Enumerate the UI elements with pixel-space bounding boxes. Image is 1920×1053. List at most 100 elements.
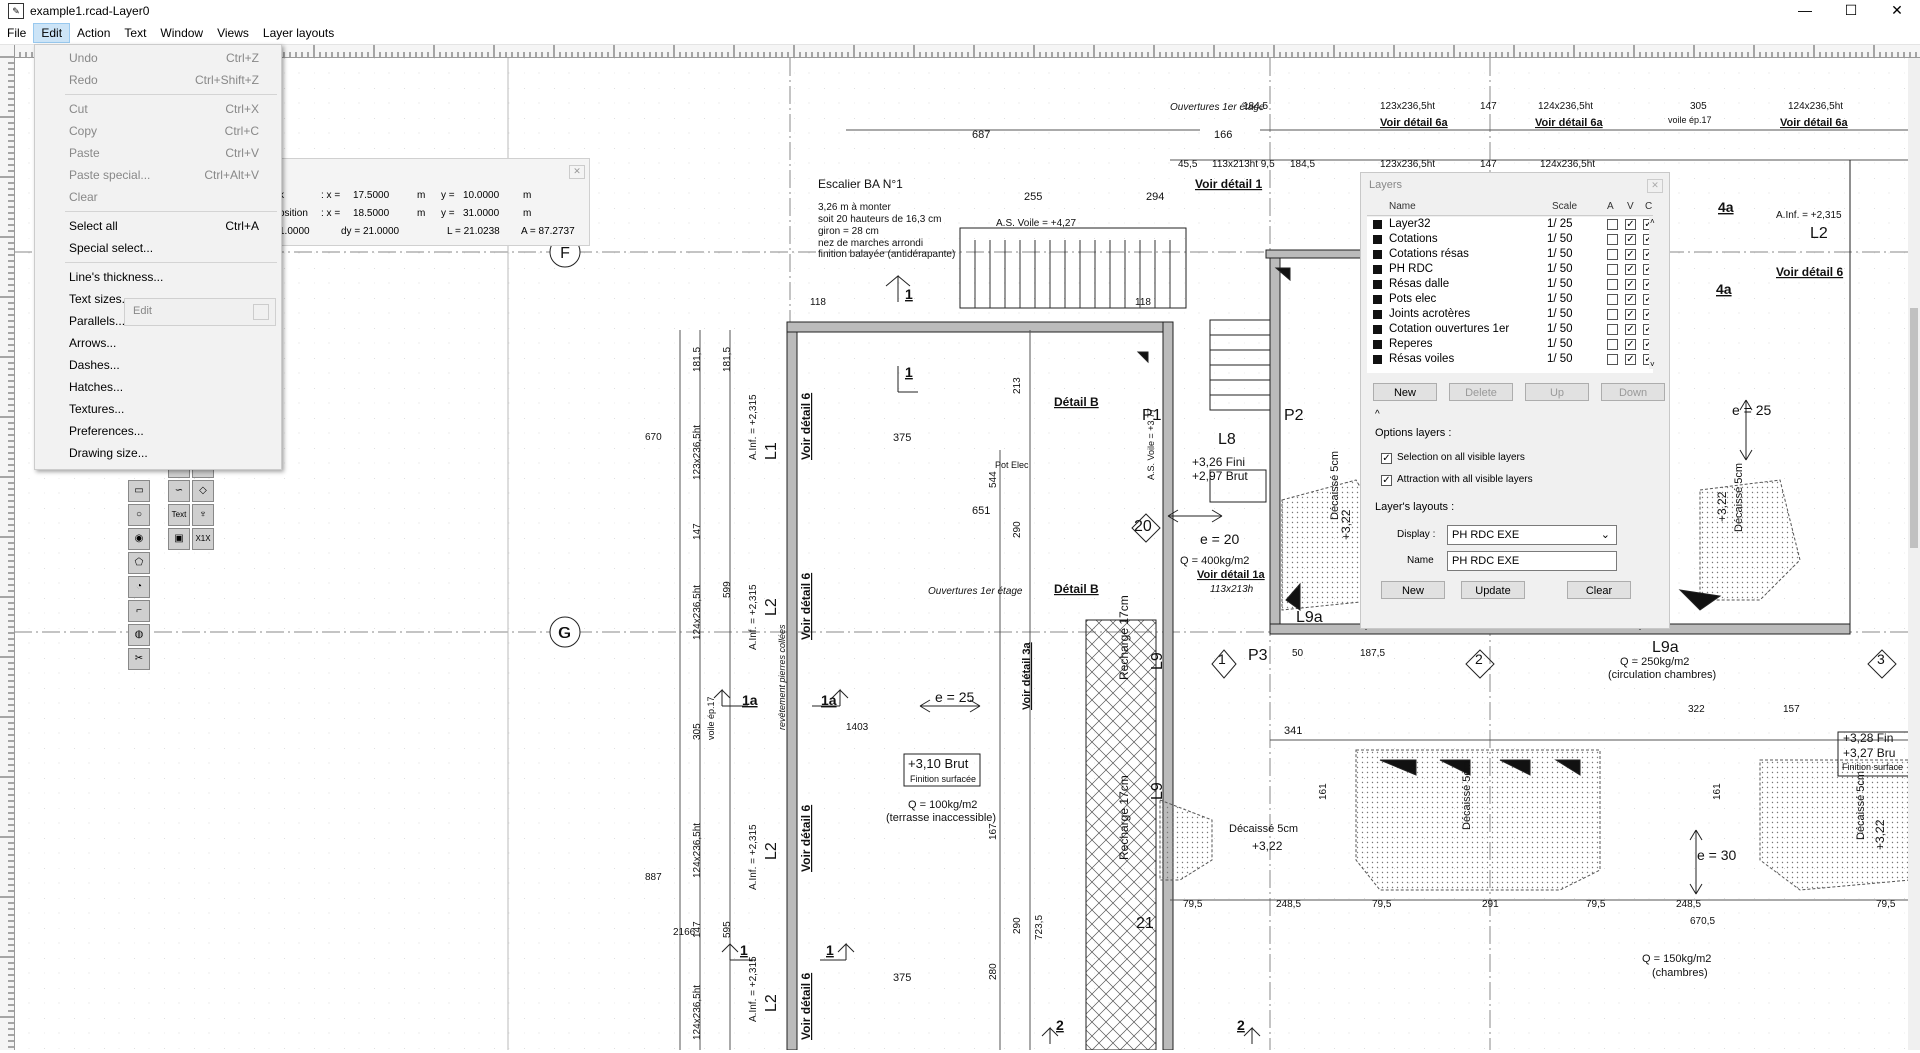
close-icon[interactable] [253, 304, 269, 320]
counter-icon[interactable]: X1X [192, 528, 214, 550]
chevron-up-icon[interactable]: ^ [1375, 409, 1380, 420]
layout-name-input[interactable]: PH RDC EXE [1447, 551, 1617, 571]
layer-a-checkbox[interactable] [1607, 234, 1618, 245]
layer-a-checkbox[interactable] [1607, 324, 1618, 335]
menu-layer-layouts[interactable]: Layer layouts [256, 23, 341, 43]
layout-clear-button[interactable]: Clear [1567, 581, 1631, 599]
layer-row[interactable]: Cotation ouvertures 1er1/ 50✓✓ [1367, 322, 1654, 337]
layer-row[interactable]: Résas dalle1/ 50✓✓ [1367, 277, 1654, 292]
maximize-button[interactable]: ☐ [1828, 0, 1874, 22]
menu-views[interactable]: Views [210, 23, 256, 43]
menu-item-clear[interactable]: Clear [35, 186, 281, 208]
layer-v-checkbox[interactable]: ✓ [1625, 294, 1636, 305]
measure-icon[interactable]: ◍ [128, 624, 150, 646]
circle-icon[interactable]: ○ [128, 504, 150, 526]
layer-v-checkbox[interactable]: ✓ [1625, 249, 1636, 260]
menu-text[interactable]: Text [117, 23, 153, 43]
layout-update-button[interactable]: Update [1461, 581, 1525, 599]
menu-item-redo[interactable]: Redo Ctrl+Shift+Z [35, 69, 281, 91]
menu-item-dashes[interactable]: Dashes... [35, 354, 281, 376]
menu-item-preferences[interactable]: Preferences... [35, 420, 281, 442]
chevron-up-icon[interactable]: ˄ [1650, 217, 1655, 226]
chevron-down-icon[interactable]: ˅ [1650, 360, 1655, 369]
diamond-icon[interactable]: ◇ [192, 480, 214, 502]
close-icon[interactable]: ✕ [1647, 179, 1663, 193]
layer-row[interactable]: Pots elec1/ 50✓✓ [1367, 292, 1654, 307]
layers-scrollbar[interactable]: ˄ ˅ [1649, 217, 1659, 369]
layer-row[interactable]: Joints acrotères1/ 50✓✓ [1367, 307, 1654, 322]
layout-new-button[interactable]: New [1381, 581, 1445, 599]
layer-color-swatch[interactable] [1373, 325, 1382, 334]
layer-color-swatch[interactable] [1373, 340, 1382, 349]
layer-a-checkbox[interactable] [1607, 339, 1618, 350]
close-icon[interactable]: ✕ [569, 165, 585, 179]
delete-layer-button[interactable]: Delete [1449, 383, 1513, 401]
layer-color-swatch[interactable] [1373, 250, 1382, 259]
layer-v-checkbox[interactable]: ✓ [1625, 354, 1636, 365]
layer-row[interactable]: Cotations résas1/ 50✓✓ [1367, 247, 1654, 262]
layer-row[interactable]: Reperes1/ 50✓✓ [1367, 337, 1654, 352]
menu-item-special-select[interactable]: Special select... [35, 237, 281, 259]
layer-v-checkbox[interactable]: ✓ [1625, 309, 1636, 320]
layer-color-swatch[interactable] [1373, 310, 1382, 319]
layer-row[interactable]: Layer321/ 25✓✓ [1367, 217, 1654, 232]
selection-all-visible-checkbox[interactable]: ✓ [1381, 453, 1392, 464]
menu-item-drawing-size[interactable]: Drawing size... [35, 442, 281, 464]
attraction-all-visible-checkbox[interactable]: ✓ [1381, 475, 1392, 486]
menu-edit[interactable]: Edit [33, 23, 71, 43]
layer-down-button[interactable]: Down [1601, 383, 1665, 401]
layer-v-checkbox[interactable]: ✓ [1625, 219, 1636, 230]
layer-row[interactable]: Cotations1/ 50✓✓ [1367, 232, 1654, 247]
layer-row[interactable]: PH RDC1/ 50✓✓ [1367, 262, 1654, 277]
layer-a-checkbox[interactable] [1607, 279, 1618, 290]
polygon-icon[interactable]: ⬠ [128, 552, 150, 574]
layer-a-checkbox[interactable] [1607, 294, 1618, 305]
layer-up-button[interactable]: Up [1525, 383, 1589, 401]
text-icon[interactable]: Text [168, 504, 190, 526]
layer-color-swatch[interactable] [1373, 235, 1382, 244]
layer-a-checkbox[interactable] [1607, 354, 1618, 365]
new-layer-button[interactable]: New [1373, 383, 1437, 401]
menu-item-paste[interactable]: Paste Ctrl+V [35, 142, 281, 164]
menu-item-hatches[interactable]: Hatches... [35, 376, 281, 398]
layer-a-checkbox[interactable] [1607, 264, 1618, 275]
menu-action[interactable]: Action [70, 23, 117, 43]
menu-file[interactable]: File [0, 23, 33, 43]
rectangle-icon[interactable]: ▭ [128, 480, 150, 502]
menu-item-select-all[interactable]: Select all Ctrl+A [35, 215, 281, 237]
layer-v-checkbox[interactable]: ✓ [1625, 234, 1636, 245]
ellipse-icon[interactable]: ◔ [128, 576, 150, 598]
layer-v-checkbox[interactable]: ✓ [1625, 324, 1636, 335]
layer-v-checkbox[interactable]: ✓ [1625, 264, 1636, 275]
layer-a-checkbox[interactable] [1607, 249, 1618, 260]
layer-color-swatch[interactable] [1373, 265, 1382, 274]
layer-color-swatch[interactable] [1373, 280, 1382, 289]
menu-window[interactable]: Window [153, 23, 210, 43]
vertical-scrollbar[interactable] [1908, 58, 1920, 1050]
layer-color-swatch[interactable] [1373, 295, 1382, 304]
layer-a-checkbox[interactable] [1607, 309, 1618, 320]
close-button[interactable]: ✕ [1874, 0, 1920, 22]
layer-color-swatch[interactable] [1373, 220, 1382, 229]
menu-item-arrows[interactable]: Arrows... [35, 332, 281, 354]
menu-item-copy[interactable]: Copy Ctrl+C [35, 120, 281, 142]
menu-item-line-s-thickness[interactable]: Line's thickness... [35, 266, 281, 288]
layer-color-swatch[interactable] [1373, 355, 1382, 364]
curve-icon[interactable]: ∽ [168, 480, 190, 502]
minimize-button[interactable]: — [1782, 0, 1828, 22]
circle-dot-icon[interactable]: ◉ [128, 528, 150, 550]
display-select[interactable]: PH RDC EXE ⌄ [1447, 525, 1617, 545]
menu-item-cut[interactable]: Cut Ctrl+X [35, 98, 281, 120]
layer-v-checkbox[interactable]: ✓ [1625, 279, 1636, 290]
trim-icon[interactable]: ⌐ [128, 600, 150, 622]
menu-item-paste-special[interactable]: Paste special... Ctrl+Alt+V [35, 164, 281, 186]
cut-icon[interactable]: ✂ [128, 648, 150, 670]
layer-row[interactable]: Résas voiles1/ 50✓✓ [1367, 352, 1654, 367]
menu-item-undo[interactable]: Undo Ctrl+Z [35, 47, 281, 69]
layer-a-checkbox[interactable] [1607, 219, 1618, 230]
menu-item-textures[interactable]: Textures... [35, 398, 281, 420]
layer-v-checkbox[interactable]: ✓ [1625, 339, 1636, 350]
scrollbar-thumb[interactable] [1910, 308, 1918, 548]
image-icon[interactable]: ▣ [168, 528, 190, 550]
tree-icon[interactable]: ♆ [192, 504, 214, 526]
